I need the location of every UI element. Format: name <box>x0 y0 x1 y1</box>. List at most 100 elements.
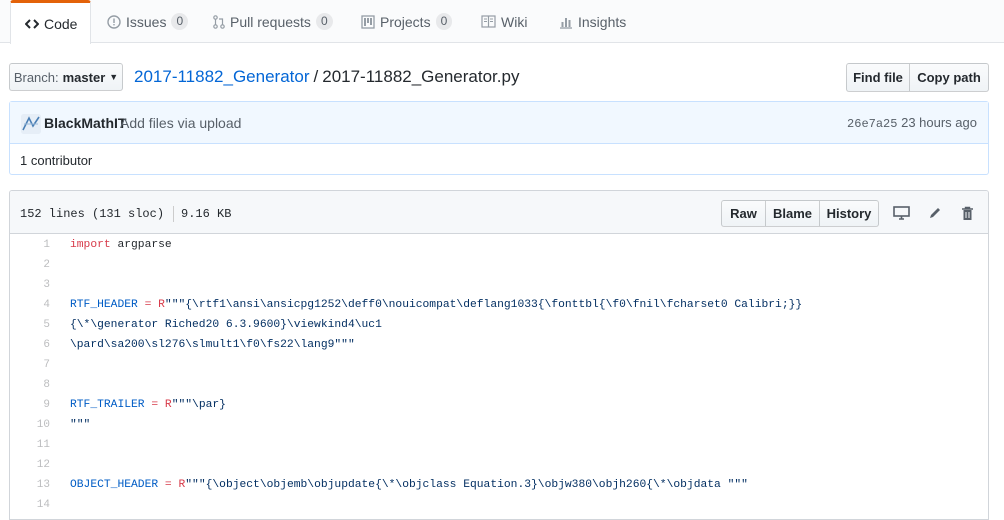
file-header: 152 lines (131 sloc) 9.16 KB Raw Blame Hi… <box>10 191 988 234</box>
repo-link[interactable]: 2017-11882_Generator <box>134 67 310 86</box>
file-size: 9.16 KB <box>181 207 232 222</box>
tab-label: Insights <box>578 13 627 30</box>
line-number[interactable]: 9 <box>10 395 50 415</box>
caret-down-icon: ▼ <box>109 72 119 82</box>
commit-tease: BlackMathIT Add files via upload 26e7a25… <box>9 101 989 175</box>
line-content: \pard\sa200\sl276\slmult1\f0\fs22\lang9"… <box>70 335 355 355</box>
code-token: = <box>164 479 172 491</box>
latest-commit: BlackMathIT Add files via upload 26e7a25… <box>10 102 988 144</box>
code-line: 3 <box>10 275 988 295</box>
file-info: 152 lines (131 sloc) 9.16 KB <box>20 206 231 222</box>
code-token: R <box>164 399 172 411</box>
line-number[interactable]: 5 <box>10 315 50 335</box>
code-token: """ <box>70 419 91 431</box>
code-line: 2 <box>10 255 988 275</box>
branch-select-button[interactable]: Branch: master ▼ <box>9 63 123 91</box>
code-token: R <box>158 299 165 311</box>
pencil-icon[interactable] <box>926 204 944 222</box>
line-number[interactable]: 12 <box>10 455 50 475</box>
tab-insights[interactable]: Insights <box>559 0 626 43</box>
tab-projects[interactable]: Projects 0 <box>361 0 453 43</box>
code-line: 8 <box>10 375 988 395</box>
line-number[interactable]: 2 <box>10 255 50 275</box>
issue-icon <box>107 14 121 29</box>
line-content: RTF_HEADER = R"""{\rtf1\ansi\ansicpg1252… <box>70 295 802 315</box>
repo-nav: Code Issues 0 Pull requests 0 Projects 0… <box>0 0 1004 44</box>
project-icon <box>361 14 375 29</box>
divider <box>173 206 175 222</box>
code-token: import <box>70 239 111 251</box>
code-line: 9 RTF_TRAILER = R"""\par} <box>10 395 988 415</box>
desktop-icon[interactable] <box>892 204 910 222</box>
pull-request-icon <box>213 14 225 29</box>
line-number[interactable]: 3 <box>10 275 50 295</box>
code-token: OBJECT_HEADER <box>70 479 159 491</box>
find-file-button[interactable]: Find file <box>846 63 910 92</box>
code-line: 6 \pard\sa200\sl276\slmult1\f0\fs22\lang9… <box>10 335 988 355</box>
history-button[interactable]: History <box>819 200 879 227</box>
code-token: """{\rtf1\ansi\ansicpg1252\deff0\nouicom… <box>164 299 803 311</box>
copy-path-button[interactable]: Copy path <box>909 63 989 92</box>
line-number[interactable]: 8 <box>10 375 50 395</box>
line-content: """ <box>70 415 90 435</box>
line-number[interactable]: 13 <box>10 475 50 495</box>
commit-time: 23 hours ago <box>901 115 977 130</box>
line-content: import argparse <box>70 235 172 255</box>
code-token: RTF_TRAILER <box>70 399 145 411</box>
code-line: 14 <box>10 495 988 515</box>
code-line: 1 import argparse <box>10 235 988 255</box>
code-line: 7 <box>10 355 988 375</box>
code-line: 10 """ <box>10 415 988 435</box>
tab-issues[interactable]: Issues 0 <box>107 0 189 43</box>
commit-author[interactable]: BlackMathIT <box>44 115 126 131</box>
contributors[interactable]: 1 contributor <box>20 153 92 168</box>
raw-button[interactable]: Raw <box>721 200 766 227</box>
tab-label: Pull requests <box>230 13 311 30</box>
branch-label: Branch: <box>13 69 59 85</box>
code-line: 5 {\*\generator Riched20 6.3.9600}\viewki… <box>10 315 988 335</box>
line-content: {\*\generator Riched20 6.3.9600}\viewkin… <box>70 315 382 335</box>
code-line: 12 <box>10 455 988 475</box>
line-number[interactable]: 4 <box>10 295 50 315</box>
line-number[interactable]: 7 <box>10 355 50 375</box>
line-number[interactable]: 1 <box>10 235 50 255</box>
code-line: 11 <box>10 435 988 455</box>
code-token: """\par} <box>171 399 226 411</box>
line-number[interactable]: 10 <box>10 415 50 435</box>
pull-requests-counter: 0 <box>315 13 333 30</box>
line-content: RTF_TRAILER = R"""\par} <box>70 395 226 415</box>
code-token: \pard\sa200\sl276\slmult1\f0\fs22\lang9"… <box>70 339 355 351</box>
tab-label: Issues <box>126 13 167 30</box>
code-line: 13 OBJECT_HEADER = R"""{\object\objemb\ob… <box>10 475 988 495</box>
file-lines: 152 lines (131 sloc) <box>20 207 165 222</box>
branch-value: master <box>62 69 106 85</box>
line-content: OBJECT_HEADER = R"""{\object\objemb\obju… <box>70 475 748 495</box>
book-icon <box>481 15 496 28</box>
line-number[interactable]: 6 <box>10 335 50 355</box>
tab-wiki[interactable]: Wiki <box>481 0 527 43</box>
code-token: {\*\generator Riched20 6.3.9600}\viewkin… <box>70 319 382 331</box>
tab-label: Code <box>44 15 78 32</box>
commit-message[interactable]: Add files via upload <box>120 115 241 131</box>
file-viewer: 152 lines (131 sloc) 9.16 KB Raw Blame Hi… <box>9 190 989 520</box>
line-number[interactable]: 14 <box>10 495 50 515</box>
code-token: RTF_HEADER <box>70 299 138 311</box>
breadcrumb: 2017-11882_Generator/2017-11882_Generato… <box>134 66 519 88</box>
issues-counter: 0 <box>171 13 189 30</box>
trash-icon[interactable] <box>958 204 976 222</box>
blame-button[interactable]: Blame <box>765 200 820 227</box>
line-number[interactable]: 11 <box>10 435 50 455</box>
file-actions: Raw Blame History <box>721 200 879 227</box>
avatar[interactable] <box>21 114 41 134</box>
tab-label: Projects <box>380 13 431 30</box>
code-token: """{\object\objemb\objupdate{\*\objclass… <box>185 479 748 491</box>
file-name: 2017-11882_Generator.py <box>322 67 520 86</box>
code-icon <box>25 17 39 31</box>
code-token: argparse <box>110 239 172 251</box>
commit-meta: 26e7a25 23 hours ago <box>847 115 977 131</box>
commit-sha[interactable]: 26e7a25 <box>847 117 897 131</box>
tab-pull-requests[interactable]: Pull requests 0 <box>213 0 333 43</box>
tab-code[interactable]: Code <box>10 0 91 44</box>
